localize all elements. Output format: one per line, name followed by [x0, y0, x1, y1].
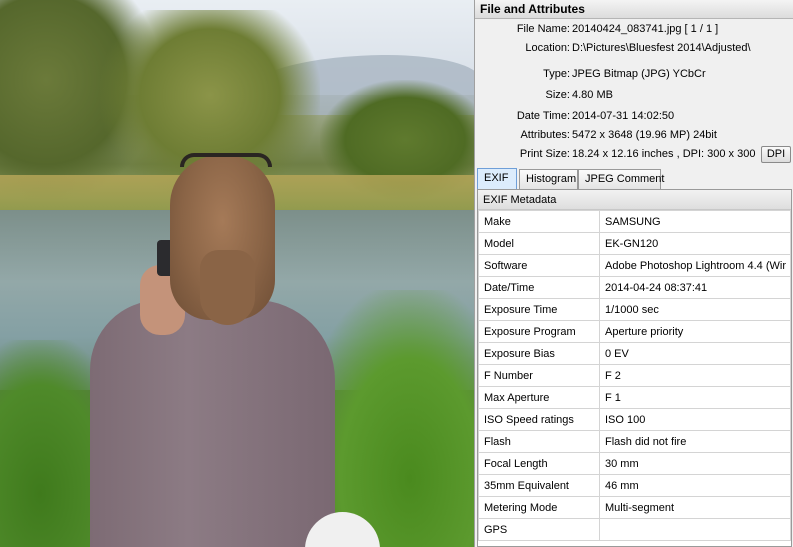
exif-value: 0 EV — [599, 342, 791, 365]
exif-value: ISO 100 — [599, 408, 791, 431]
exif-value: 1/1000 sec — [599, 298, 791, 321]
exif-key: GPS — [478, 518, 600, 541]
exif-row-make[interactable]: Make SAMSUNG — [478, 210, 791, 233]
photo-woman-body — [90, 300, 335, 547]
file-attributes-header: File and Attributes — [475, 0, 793, 19]
exif-key: Date/Time — [478, 276, 600, 299]
exif-value: Adobe Photoshop Lightroom 4.4 (Wir — [599, 254, 791, 277]
exif-value: 30 mm — [599, 452, 791, 475]
exif-key: Exposure Time — [478, 298, 600, 321]
exif-key: Exposure Program — [478, 320, 600, 343]
attr-key: Attributes: — [520, 129, 570, 141]
tab-jpeg-comment[interactable]: JPEG Comment — [578, 169, 664, 189]
exif-key: Focal Length — [478, 452, 600, 475]
exif-key: Flash — [478, 430, 600, 453]
attr-key: File Name: — [516, 23, 570, 35]
exif-key: Metering Mode — [478, 496, 600, 519]
photo-ponytail — [200, 250, 255, 325]
exif-metadata-header: EXIF Metadata — [478, 190, 791, 210]
exif-key: Max Aperture — [478, 386, 600, 409]
attr-value: 18.24 x 12.16 inches , DPI: 300 x 300 — [572, 148, 756, 160]
exif-value: Multi-segment — [599, 496, 791, 519]
attr-value: 20140424_083741.jpg [ 1 / 1 ] — [572, 23, 719, 35]
exif-key: F Number — [478, 364, 600, 387]
attr-row-file-name: File Name: 20140424_083741.jpg [ 1 / 1 ] — [475, 20, 793, 39]
attr-row-attributes: Attributes: 5472 x 3648 (19.96 MP) 24bit — [475, 126, 793, 145]
attr-value: JPEG Bitmap (JPG) YCbCr — [572, 68, 706, 80]
exif-row-exposure-program[interactable]: Exposure Program Aperture priority — [478, 320, 791, 343]
exif-value: 46 mm — [599, 474, 791, 497]
dpi-button[interactable]: DPI — [761, 146, 791, 163]
exif-value: F 1 — [599, 386, 791, 409]
tab-histogram[interactable]: Histogram — [519, 169, 578, 189]
exif-value: SAMSUNG — [599, 210, 791, 233]
exif-key: Make — [478, 210, 600, 233]
exif-value: Flash did not fire — [599, 430, 791, 453]
exif-key: 35mm Equivalent — [478, 474, 600, 497]
exif-value: F 2 — [599, 364, 791, 387]
exif-row-metering-mode[interactable]: Metering Mode Multi-segment — [478, 496, 791, 519]
attr-value: 5472 x 3648 (19.96 MP) 24bit — [572, 129, 717, 141]
attr-value: 2014-07-31 14:02:50 — [572, 110, 675, 122]
photo-sunglasses — [180, 153, 272, 167]
attr-value: D:\Pictures\Bluesfest 2014\Adjusted\ — [572, 42, 751, 54]
exif-row-exposure-time[interactable]: Exposure Time 1/1000 sec — [478, 298, 791, 321]
attr-key: Date Time: — [516, 110, 570, 122]
attr-key: Size: — [545, 89, 570, 101]
exif-row-date-time[interactable]: Date/Time 2014-04-24 08:37:41 — [478, 276, 791, 299]
exif-row-35mm-equivalent[interactable]: 35mm Equivalent 46 mm — [478, 474, 791, 497]
attr-row-print-size: Print Size: 18.24 x 12.16 inches , DPI: … — [475, 145, 793, 164]
attr-key: Print Size: — [519, 148, 570, 160]
exif-key: Model — [478, 232, 600, 255]
attr-row-location: Location: D:\Pictures\Bluesfest 2014\Adj… — [475, 39, 793, 58]
exif-row-focal-length[interactable]: Focal Length 30 mm — [478, 452, 791, 475]
exif-value: EK-GN120 — [599, 232, 791, 255]
photo-viewer[interactable] — [0, 0, 474, 547]
attr-row-size: Size: 4.80 MB — [475, 86, 793, 105]
exif-row-software[interactable]: Software Adobe Photoshop Lightroom 4.4 (W… — [478, 254, 791, 277]
attr-value: 4.80 MB — [572, 89, 613, 101]
exif-key: Exposure Bias — [478, 342, 600, 365]
exif-row-f-number[interactable]: F Number F 2 — [478, 364, 791, 387]
exif-row-gps[interactable]: GPS — [478, 518, 791, 541]
attr-key: Location: — [525, 42, 570, 54]
exif-panel: EXIF Metadata Make SAMSUNG Model EK-GN120 … — [477, 189, 792, 547]
exif-key: Software — [478, 254, 600, 277]
exif-value: Aperture priority — [599, 320, 791, 343]
tab-exif[interactable]: EXIF — [477, 168, 517, 189]
exif-key: ISO Speed ratings — [478, 408, 600, 431]
attr-row-date-time: Date Time: 2014-07-31 14:02:50 — [475, 107, 793, 126]
exif-row-model[interactable]: Model EK-GN120 — [478, 232, 791, 255]
exif-value — [599, 518, 791, 541]
exif-value: 2014-04-24 08:37:41 — [599, 276, 791, 299]
exif-table: Make SAMSUNG Model EK-GN120 Software Adobe … — [478, 210, 791, 541]
attr-key: Type: — [543, 68, 570, 80]
file-info-panel: File and Attributes File Name: 20140424_… — [474, 0, 793, 547]
exif-row-flash[interactable]: Flash Flash did not fire — [478, 430, 791, 453]
exif-row-max-aperture[interactable]: Max Aperture F 1 — [478, 386, 791, 409]
attr-row-type: Type: JPEG Bitmap (JPG) YCbCr — [475, 65, 793, 84]
exif-row-exposure-bias[interactable]: Exposure Bias 0 EV — [478, 342, 791, 365]
exif-row-iso[interactable]: ISO Speed ratings ISO 100 — [478, 408, 791, 431]
